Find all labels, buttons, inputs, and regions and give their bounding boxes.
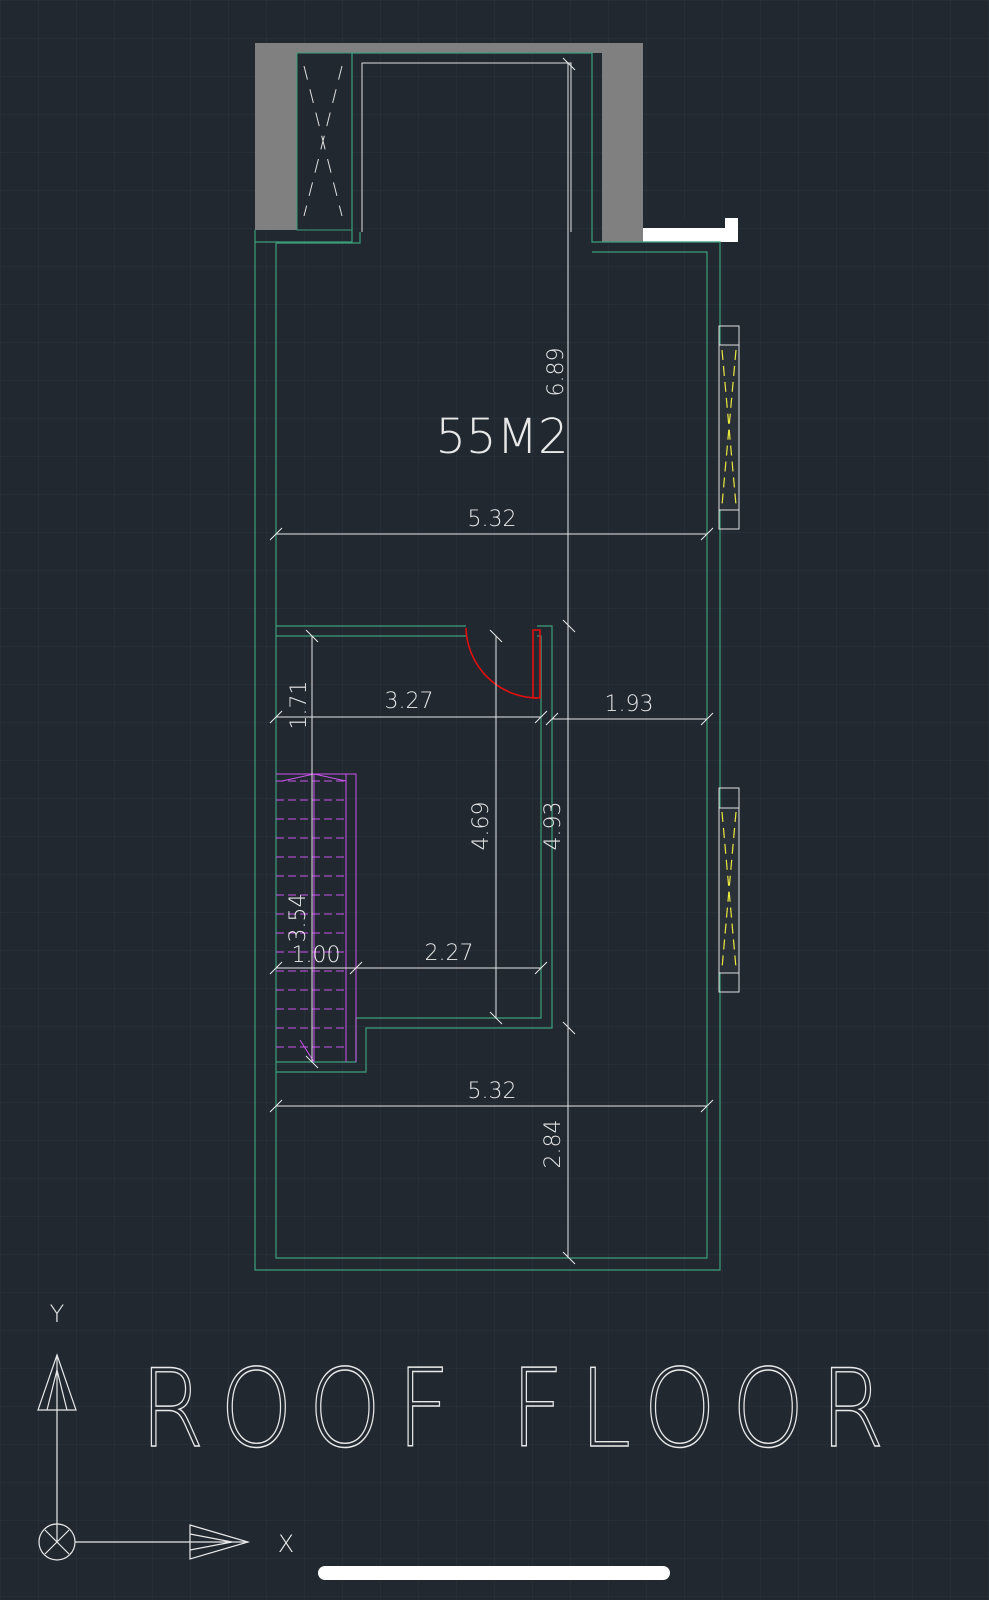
dim-2-27: 2.27 [425,941,474,966]
dim-1-71: 1.71 [287,681,312,730]
window-lower[interactable] [718,787,740,993]
dim-1-00: 1.00 [292,943,341,968]
dim-6-89: 6.89 [544,348,569,397]
ucs-y-label: Y [50,1300,65,1328]
area-label: 55M2 [435,409,568,465]
dim-3-27: 3.27 [385,689,434,714]
window-upper[interactable] [718,325,740,530]
ucs-x-label: X [278,1530,294,1558]
dim-1-93: 1.93 [605,692,654,717]
drawing-title: ROOF FLOOR [140,1347,900,1472]
dim-4-93: 4.93 [541,802,566,851]
dim-4-69: 4.69 [469,802,494,851]
dim-5-32-top: 5.32 [468,507,517,532]
cad-drawing-canvas[interactable]: 6.89 5.32 1.71 3.27 1.93 4.69 4.93 3.54 … [0,0,989,1600]
dim-5-32-bottom: 5.32 [468,1079,517,1104]
dim-3-54: 3.54 [286,894,311,943]
dim-2-84: 2.84 [541,1120,566,1169]
home-indicator[interactable] [318,1566,670,1580]
roof-opening[interactable] [296,52,353,231]
